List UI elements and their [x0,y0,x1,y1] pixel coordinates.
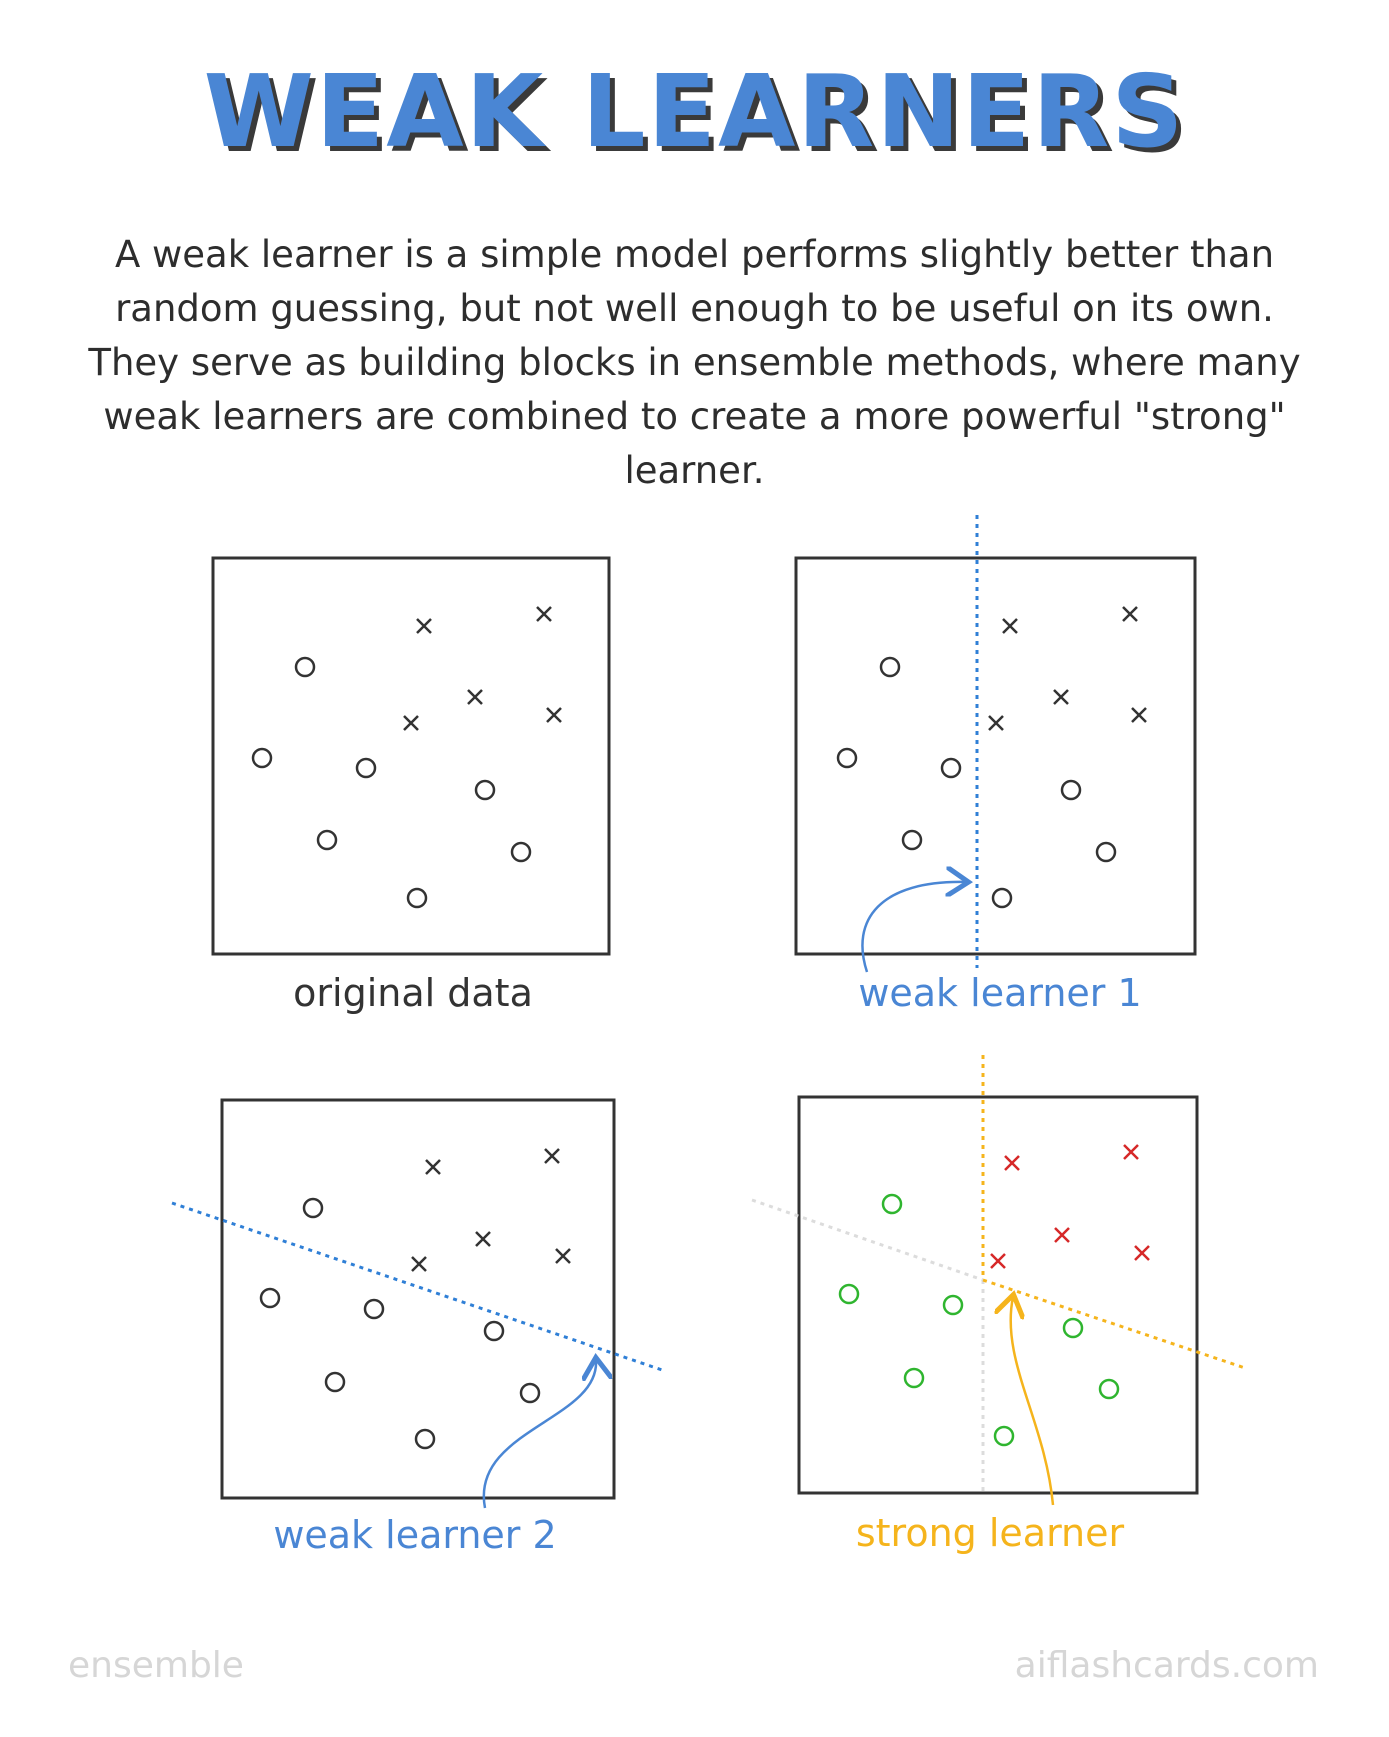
points-group [836,606,1147,909]
negative-points [838,1193,1120,1447]
caption-weak-learner-1: weak learner 1 [858,971,1141,1015]
footer-topic: ensemble [68,1645,244,1686]
pointer-arrow [482,1360,596,1509]
weak-learners-diagram: original data weak learner 1 weak learne… [171,515,1246,1557]
strong-boundary-diagonal [982,1278,1246,1370]
points-group [251,606,562,909]
faint-boundary-diagonal [751,1198,984,1282]
pointer-arrow [1011,1297,1055,1506]
panel-original-data: original data [211,556,611,1015]
caption-strong-learner: strong learner [856,1511,1125,1555]
panel-weak-learner-2: weak learner 2 [171,1098,666,1557]
caption-weak-learner-2: weak learner 2 [273,1513,556,1557]
points-group [259,1148,571,1450]
decision-boundary-diagonal [171,1201,666,1373]
positive-points [990,1144,1150,1269]
caption-original-data: original data [293,971,533,1015]
panel-weak-learner-1: weak learner 1 [794,515,1197,1015]
footer-site: aiflashcards.com [1014,1645,1319,1686]
panel-frame [211,556,611,956]
panel-strong-learner: strong learner [751,1055,1246,1555]
pointer-arrow [861,882,966,973]
